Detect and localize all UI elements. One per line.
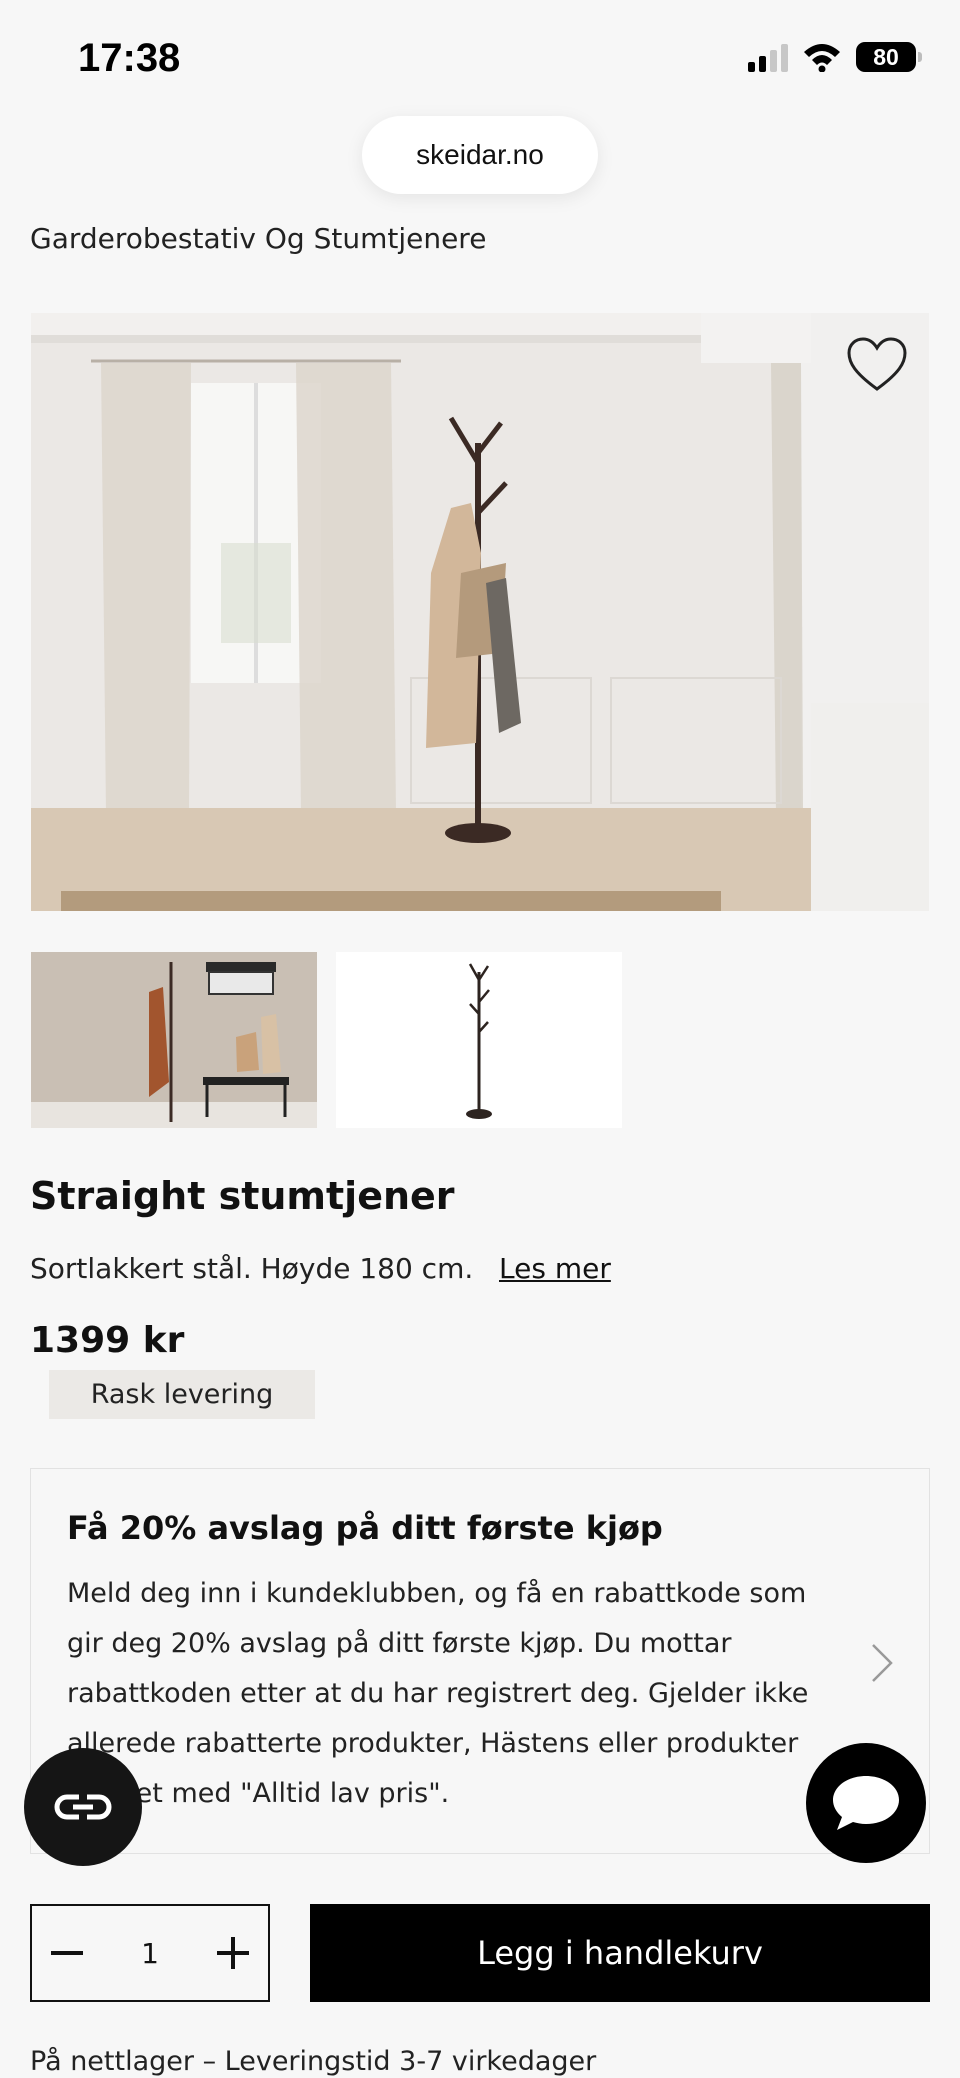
product-title: Straight stumtjener <box>30 1174 455 1218</box>
battery-level: 80 <box>873 43 899 70</box>
url-bar[interactable]: skeidar.no <box>362 116 598 194</box>
status-bar: 17:38 80 <box>0 0 960 110</box>
read-more-link[interactable]: Les mer <box>499 1252 611 1285</box>
loop-button[interactable] <box>24 1748 142 1866</box>
promo-body: Meld deg inn i kundeklubben, og få en ra… <box>67 1578 809 1809</box>
breadcrumb[interactable]: Garderobestativ Og Stumtjenere <box>30 222 486 255</box>
plus-icon <box>217 1937 249 1969</box>
main-product-image[interactable] <box>31 313 929 911</box>
battery-icon: 80 <box>856 42 922 72</box>
fast-delivery-badge: Rask levering <box>49 1370 315 1419</box>
room-photo <box>31 313 929 911</box>
signal-icon <box>748 42 788 72</box>
promo-title: Få 20% avslag på ditt første kjøp <box>67 1509 663 1547</box>
product-description: Sortlakkert stål. Høyde 180 cm. <box>30 1252 474 1285</box>
quantity-value[interactable]: 1 <box>102 1906 198 2000</box>
product-price: 1399 kr <box>30 1320 185 1361</box>
add-to-cart-button[interactable]: Legg i handlekurv <box>310 1904 930 2002</box>
product-cutout <box>336 952 622 1128</box>
chat-bubble-icon <box>833 1776 899 1830</box>
promo-card[interactable]: Få 20% avslag på ditt første kjøp Meld d… <box>30 1468 930 1854</box>
thumbnail-1[interactable] <box>31 952 317 1128</box>
heart-icon[interactable] <box>845 335 909 395</box>
hallway-photo <box>31 952 317 1128</box>
quantity-stepper[interactable]: 1 <box>30 1904 270 2002</box>
infinity-loop-icon <box>54 1794 112 1820</box>
wifi-icon <box>804 44 840 72</box>
status-icons: 80 <box>748 42 922 72</box>
chat-button[interactable] <box>806 1743 926 1863</box>
increment-button[interactable] <box>198 1906 268 2000</box>
chevron-right-icon <box>872 1644 893 1682</box>
status-time: 17:38 <box>78 36 181 80</box>
minus-icon <box>51 1951 83 1955</box>
decrement-button[interactable] <box>32 1906 102 2000</box>
thumbnail-2[interactable] <box>336 952 622 1128</box>
delivery-note: På nettlager – Leveringstid 3-7 virkedag… <box>30 2046 597 2077</box>
